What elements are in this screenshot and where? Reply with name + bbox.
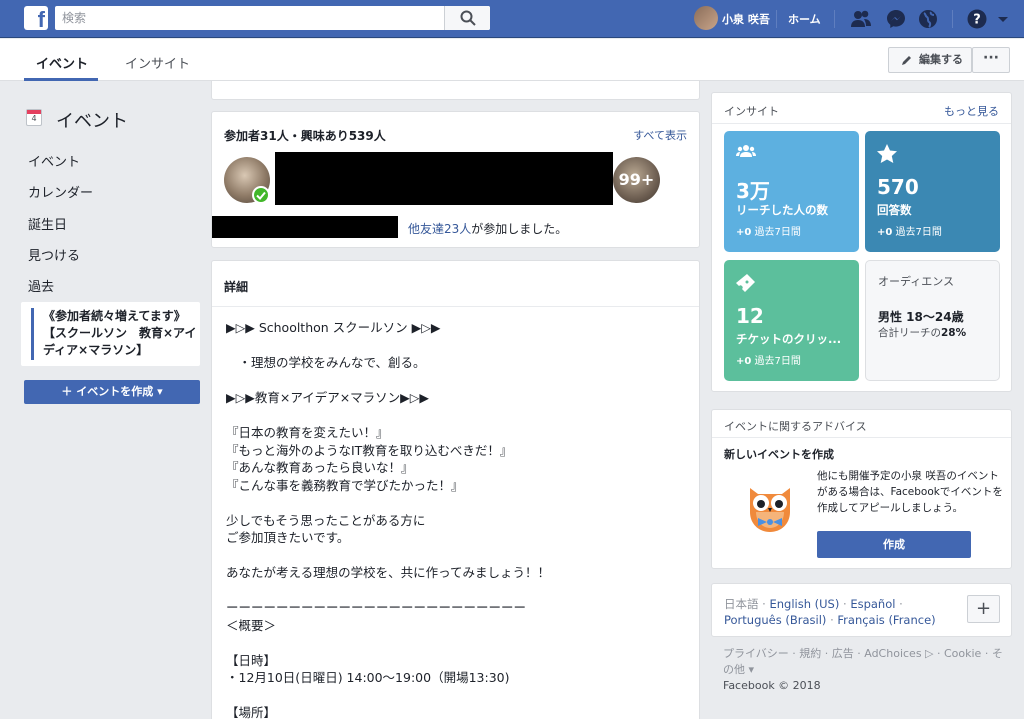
friends-attending-text: 他友達23人が参加しました。 bbox=[408, 222, 568, 236]
see-more-link[interactable]: もっと見る bbox=[944, 103, 999, 119]
divider bbox=[776, 10, 777, 28]
left-nav-title: イベント bbox=[56, 111, 128, 132]
details-body: ▶▷▶ Schoolthon スクールソン ▶▷▶ ・理想の学校をみんなで、創る… bbox=[226, 320, 551, 719]
user-name-link[interactable]: 小泉 咲吾 bbox=[722, 11, 770, 27]
divider bbox=[834, 10, 835, 28]
add-language-button[interactable]: + bbox=[967, 595, 1000, 623]
check-icon bbox=[252, 186, 270, 204]
tab-events[interactable]: イベント bbox=[36, 53, 88, 72]
divider bbox=[212, 306, 699, 307]
details-card: 詳細 ▶▷▶ Schoolthon スクールソン ▶▷▶ ・理想の学校をみんなで… bbox=[211, 260, 700, 719]
responses-tile[interactable]: 570 回答数 +0 過去7日間 bbox=[865, 131, 1000, 252]
selection-bar bbox=[31, 308, 34, 360]
divider bbox=[952, 10, 953, 28]
help-icon[interactable]: ? bbox=[966, 8, 988, 30]
left-nav-item-discover[interactable]: 見つける bbox=[28, 245, 80, 264]
reach-value: 3万 bbox=[736, 179, 770, 203]
create-event-button[interactable]: ＋ イベントを作成 ▾ bbox=[24, 380, 200, 404]
more-options-button[interactable]: ··· bbox=[972, 47, 1010, 73]
audience-tile[interactable]: オーディエンス 男性 18〜24歳 合計リーチの28% bbox=[865, 260, 1000, 381]
ticket-clicks-delta: +0 過去7日間 bbox=[736, 356, 801, 367]
reach-delta: +0 過去7日間 bbox=[736, 227, 801, 238]
tab-insights[interactable]: インサイト bbox=[125, 53, 190, 72]
responses-delta: +0 過去7日間 bbox=[877, 227, 942, 238]
current-event-item[interactable]: 《参加者続々増えてます》【スクールソン 教育×アイディア×マラソン】 bbox=[21, 302, 200, 366]
language-link[interactable]: Español bbox=[850, 597, 895, 611]
language-card: 日本語 · English (US) · Español · Português… bbox=[711, 583, 1012, 637]
search-box bbox=[55, 6, 490, 30]
redacted-region bbox=[275, 152, 613, 205]
language-link[interactable]: Français (France) bbox=[837, 613, 935, 627]
responses-label: 回答数 bbox=[877, 203, 912, 217]
caret-down-icon[interactable] bbox=[996, 8, 1010, 30]
ticket-clicks-tile[interactable]: 12 チケットのクリッ... +0 過去7日間 bbox=[724, 260, 859, 381]
attendance-card: 参加者31人・興味あり539人 すべて表示 99+ 他友達23人が参加しました。 bbox=[211, 111, 700, 248]
left-nav-item-calendar[interactable]: カレンダー bbox=[28, 182, 93, 201]
messenger-icon[interactable] bbox=[885, 8, 907, 30]
divider bbox=[712, 437, 1011, 438]
ticket-clicks-label: チケットのクリッ... bbox=[736, 332, 842, 346]
star-icon bbox=[877, 144, 897, 163]
divider bbox=[712, 123, 1011, 124]
footer-links[interactable]: プライバシー · 規約 · 広告 · AdChoices ▷ · Cookie … bbox=[723, 646, 1003, 678]
advice-text: 他にも開催予定の小泉 咲吾のイベントがある場合は、Facebookでイベントを作… bbox=[817, 470, 1003, 514]
language-links: 日本語 · English (US) · Español · Português… bbox=[724, 597, 936, 627]
facebook-logo[interactable]: f bbox=[24, 6, 48, 30]
details-title: 詳細 bbox=[224, 280, 249, 294]
edit-button[interactable]: 編集する bbox=[888, 47, 972, 73]
globe-icon[interactable] bbox=[917, 8, 939, 30]
language-link[interactable]: English (US) bbox=[769, 597, 839, 611]
audience-header: オーディエンス bbox=[878, 275, 955, 288]
attendance-count[interactable]: 参加者31人・興味あり539人 bbox=[224, 127, 386, 144]
left-nav-item-past[interactable]: 過去 bbox=[28, 276, 54, 295]
edit-button-label: 編集する bbox=[919, 53, 963, 66]
left-nav-item-birthdays[interactable]: 誕生日 bbox=[28, 214, 67, 233]
more-attendees-avatar[interactable]: 99+ bbox=[613, 157, 660, 203]
friends-link[interactable]: 他友達23人 bbox=[408, 222, 471, 236]
calendar-icon: 4 bbox=[26, 109, 42, 126]
reach-tile[interactable]: 3万 リーチした人の数 +0 過去7日間 bbox=[724, 131, 859, 252]
ticket-icon bbox=[736, 274, 755, 292]
pencil-icon bbox=[902, 56, 911, 65]
copyright: Facebook © 2018 bbox=[723, 679, 821, 692]
create-button[interactable]: 作成 bbox=[817, 531, 971, 558]
svg-text:?: ? bbox=[973, 13, 981, 28]
search-icon bbox=[460, 10, 476, 26]
insights-card: インサイト もっと見る 3万 リーチした人の数 +0 過去7日間 570 回答数… bbox=[711, 92, 1012, 392]
user-avatar[interactable] bbox=[694, 6, 718, 30]
current-language: 日本語 bbox=[724, 597, 759, 611]
current-event-title: 《参加者続々増えてます》【スクールソン 教育×アイディア×マラソン】 bbox=[43, 309, 197, 357]
top-bar: f 小泉 咲吾 ホーム ? bbox=[0, 0, 1024, 38]
see-all-link[interactable]: すべて表示 bbox=[633, 127, 687, 143]
owl-icon bbox=[750, 488, 790, 532]
advice-header: イベントに関するアドバイス bbox=[724, 420, 867, 433]
audience-sub: 合計リーチの28% bbox=[878, 327, 967, 339]
redacted-region bbox=[212, 216, 398, 238]
friends-icon[interactable] bbox=[850, 8, 872, 30]
active-tab-indicator bbox=[24, 78, 98, 81]
search-input[interactable] bbox=[55, 6, 445, 30]
ticket-clicks-value: 12 bbox=[736, 304, 764, 328]
search-button[interactable] bbox=[444, 6, 490, 30]
language-link[interactable]: Português (Brasil) bbox=[724, 613, 826, 627]
insights-header: インサイト bbox=[724, 105, 779, 118]
advice-card: イベントに関するアドバイス 新しいイベントを作成 他にも開催予定の小泉 咲吾のイ… bbox=[711, 409, 1012, 569]
page-tabs: イベント インサイト bbox=[0, 39, 1024, 81]
people-icon bbox=[736, 145, 756, 157]
audience-value: 男性 18〜24歳 bbox=[878, 310, 964, 324]
advice-title: 新しいイベントを作成 bbox=[724, 448, 834, 461]
responses-value: 570 bbox=[877, 175, 919, 199]
home-link[interactable]: ホーム bbox=[788, 11, 821, 27]
left-nav-item-events[interactable]: イベント bbox=[28, 151, 80, 170]
header-card bbox=[211, 81, 700, 100]
reach-label: リーチした人の数 bbox=[736, 203, 828, 217]
